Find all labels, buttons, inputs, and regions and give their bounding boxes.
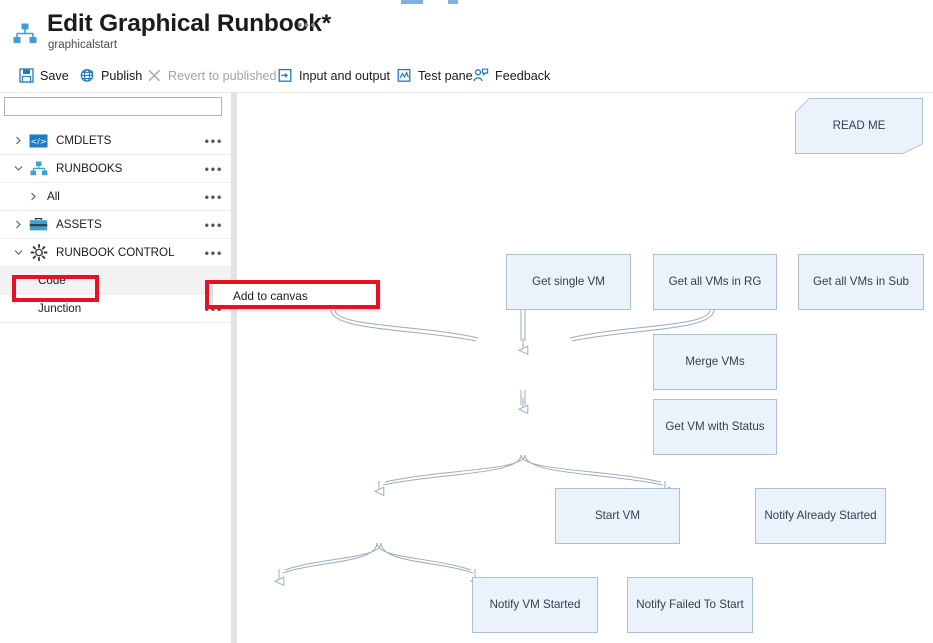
canvas-node-label: Notify Already Started [764, 509, 877, 523]
chevron-down-icon[interactable] [13, 247, 24, 258]
canvas-node-get-all-vms-in-rg[interactable]: Get all VMs in RG [653, 254, 777, 310]
canvas-node-label: Get all VMs in Sub [812, 275, 909, 289]
input-output-icon [277, 68, 293, 84]
canvas-node-get-single-vm[interactable]: Get single VM [506, 254, 631, 310]
svg-text:</>: </> [30, 137, 46, 146]
canvas-node-notify-vm-started[interactable]: Notify VM Started [472, 577, 598, 633]
canvas-node-get-all-vms-in-sub[interactable]: Get all VMs in Sub [798, 254, 924, 310]
input-and-output-button[interactable]: Input and output [277, 62, 390, 89]
canvas-node-label: Get all VMs in RG [668, 275, 762, 289]
page-header: Edit Graphical Runbook* ••• graphicalsta… [0, 0, 933, 60]
library-panel-scrollbar-thumb[interactable] [231, 93, 237, 643]
save-button[interactable]: Save [18, 62, 69, 89]
tree-item-cmdlets[interactable]: </> CMDLETS ••• [0, 127, 231, 155]
canvas-node-label: Start VM [594, 509, 641, 523]
canvas-node-notify-failed-to-start[interactable]: Notify Failed To Start [627, 577, 753, 633]
tree-item-label: ASSETS [56, 218, 102, 231]
canvas-node-readme[interactable]: READ ME [795, 98, 923, 154]
chevron-down-icon[interactable] [13, 163, 24, 174]
context-menu: Add to canvas [212, 282, 380, 309]
tree-item-label: CMDLETS [56, 134, 112, 147]
tree-item-assets[interactable]: ASSETS ••• [0, 211, 231, 239]
canvas-node-label: Notify Failed To Start [636, 598, 744, 612]
runbook-hierarchy-icon [29, 161, 48, 177]
command-bar: Save Publish Revert to published Input a… [0, 62, 933, 89]
canvas-node-label: READ ME [832, 119, 886, 133]
feedback-person-icon [473, 68, 489, 84]
library-panel: </> CMDLETS ••• RUNBOOKS ••• All ••• ASS… [0, 93, 232, 643]
gear-icon [29, 244, 48, 261]
library-panel-scrollbar[interactable] [231, 93, 237, 643]
publish-button[interactable]: Publish [79, 62, 142, 89]
publish-label: Publish [101, 68, 143, 83]
canvas-node-merge-vms[interactable]: Merge VMs [653, 334, 777, 390]
canvas-connectors [273, 309, 715, 587]
code-brackets-icon: </> [29, 133, 48, 149]
canvas-node-label: Get single VM [532, 275, 605, 289]
canvas-node-label: Merge VMs [685, 355, 745, 369]
tree-item-label: RUNBOOK CONTROL [56, 246, 175, 259]
canvas-node-label: Notify VM Started [489, 598, 581, 612]
feedback-label: Feedback [495, 68, 551, 83]
tree-item-all[interactable]: All ••• [0, 183, 231, 211]
canvas-node-label: Get VM with Status [665, 420, 765, 434]
save-icon [18, 68, 34, 84]
tree-item-runbook-control[interactable]: RUNBOOK CONTROL ••• [0, 239, 231, 267]
chevron-right-icon[interactable] [13, 135, 24, 146]
title-more-menu[interactable]: ••• [297, 17, 317, 34]
tree-item-more-menu[interactable]: ••• [205, 189, 223, 204]
chevron-right-icon[interactable] [28, 191, 39, 202]
tree-item-more-menu[interactable]: ••• [205, 161, 223, 176]
tree-item-runbooks[interactable]: RUNBOOKS ••• [0, 155, 231, 183]
tree-item-label: RUNBOOKS [56, 162, 123, 175]
chevron-right-icon[interactable] [13, 219, 24, 230]
test-pane-label: Test pane [418, 68, 473, 83]
library-tree: </> CMDLETS ••• RUNBOOKS ••• All ••• ASS… [0, 127, 231, 323]
test-chart-icon [396, 68, 412, 84]
library-search-input[interactable] [4, 97, 222, 116]
globe-icon [79, 68, 95, 84]
tree-item-code[interactable]: Code [0, 267, 231, 295]
revert-to-published-label: Revert to published [168, 68, 277, 83]
feedback-button[interactable]: Feedback [473, 62, 550, 89]
input-and-output-label: Input and output [299, 68, 391, 83]
tree-item-label: Junction [38, 302, 82, 315]
canvas-node-notify-already-started[interactable]: Notify Already Started [755, 488, 886, 544]
revert-to-published-button: Revert to published [146, 62, 277, 89]
tree-item-junction[interactable]: Junction ••• [0, 295, 231, 323]
tree-item-more-menu[interactable]: ••• [205, 133, 223, 148]
page-subtitle: graphicalstart [48, 39, 118, 51]
context-menu-item-add-to-canvas[interactable]: Add to canvas [213, 289, 308, 303]
runbook-hierarchy-icon [12, 22, 38, 48]
tree-item-label: All [47, 190, 60, 203]
tree-item-more-menu[interactable]: ••• [205, 217, 223, 232]
runbook-canvas[interactable]: READ ME Get single VM Get all VMs in RG … [238, 93, 933, 643]
tree-item-more-menu[interactable]: ••• [205, 245, 223, 260]
canvas-node-start-vm[interactable]: Start VM [555, 488, 680, 544]
close-x-icon [146, 68, 162, 84]
test-pane-button[interactable]: Test pane [396, 62, 473, 89]
save-label: Save [40, 68, 69, 83]
page-title: Edit Graphical Runbook* [47, 10, 331, 37]
tree-item-label: Code [38, 274, 66, 287]
briefcase-icon [29, 217, 48, 233]
canvas-node-get-vm-with-status[interactable]: Get VM with Status [653, 399, 777, 455]
